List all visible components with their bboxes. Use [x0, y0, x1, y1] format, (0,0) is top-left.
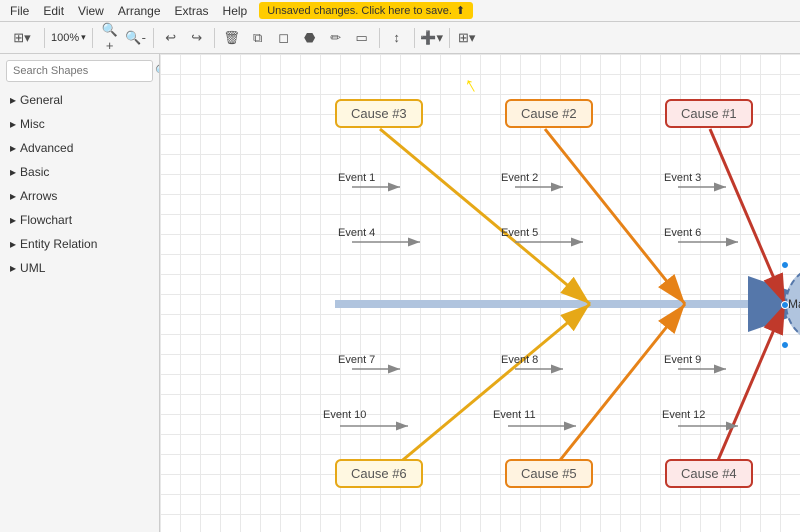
- menu-help[interactable]: Help: [217, 2, 254, 20]
- menu-arrange[interactable]: Arrange: [112, 2, 167, 20]
- duplicate-button[interactable]: ⧉: [247, 27, 269, 49]
- handle-ml[interactable]: [781, 301, 789, 309]
- chevron-icon: ▸: [10, 237, 16, 251]
- toolbar: ⊞▾ 100% ▾ 🔍+ 🔍- ↩ ↪ 🗑 ⧉ ◻ ⬣ ✏ ▭ ↕ ➕▾ ⊞▾: [0, 22, 800, 54]
- event-12-label: Event 12: [662, 409, 705, 421]
- sidebar-item-uml[interactable]: ▸ UML: [0, 256, 159, 280]
- chevron-icon: ▸: [10, 261, 16, 275]
- fill-button[interactable]: ⬣: [299, 27, 321, 49]
- main-problem-label: Main Problem: [788, 297, 800, 311]
- sidebar-label: General: [20, 93, 63, 107]
- main-layout: 🔍 ▸ General ▸ Misc ▸ Advanced ▸ Basic ▸ …: [0, 54, 800, 532]
- cause-2-label: Cause #2: [521, 106, 577, 121]
- event-10-label: Event 10: [323, 409, 366, 421]
- event-5-label: Event 5: [501, 227, 538, 239]
- sidebar-label: Entity Relation: [20, 237, 97, 251]
- cause-box-5[interactable]: Cause #5: [505, 459, 593, 488]
- chevron-icon: ▸: [10, 93, 16, 107]
- handle-bl[interactable]: [781, 341, 789, 349]
- chevron-icon: ▸: [10, 117, 16, 131]
- event-3-label: Event 3: [664, 172, 701, 184]
- redo-button[interactable]: ↪: [186, 27, 208, 49]
- search-box[interactable]: 🔍: [6, 60, 153, 82]
- zoom-dropdown-icon: ▾: [81, 32, 86, 43]
- cause-box-4[interactable]: Cause #4: [665, 459, 753, 488]
- separator-1: [44, 28, 45, 48]
- sidebar-label: Arrows: [20, 189, 57, 203]
- save-upload-icon: ⬆: [456, 4, 465, 17]
- sidebar-item-entity-relation[interactable]: ▸ Entity Relation: [0, 232, 159, 256]
- event-6-label: Event 6: [664, 227, 701, 239]
- event-9-label: Event 9: [664, 354, 701, 366]
- sidebar-item-general[interactable]: ▸ General: [0, 88, 159, 112]
- table-button[interactable]: ⊞▾: [456, 27, 478, 49]
- sidebar-item-flowchart[interactable]: ▸ Flowchart: [0, 208, 159, 232]
- zoom-in-button[interactable]: 🔍+: [99, 27, 121, 49]
- event-7-label: Event 7: [338, 354, 375, 366]
- event-4-label: Event 4: [338, 227, 375, 239]
- cause-box-2[interactable]: Cause #2: [505, 99, 593, 128]
- cause-box-1[interactable]: Cause #1: [665, 99, 753, 128]
- menu-file[interactable]: File: [4, 2, 35, 20]
- sidebar-label: UML: [20, 261, 45, 275]
- sidebar: 🔍 ▸ General ▸ Misc ▸ Advanced ▸ Basic ▸ …: [0, 54, 160, 532]
- sidebar-label: Advanced: [20, 141, 73, 155]
- event-11-label: Event 11: [493, 409, 536, 421]
- separator-3: [153, 28, 154, 48]
- arrange-button[interactable]: ↕: [386, 27, 408, 49]
- event-1-label: Event 1: [338, 172, 375, 184]
- event-8-label: Event 8: [501, 354, 538, 366]
- separator-6: [414, 28, 415, 48]
- sidebar-item-arrows[interactable]: ▸ Arrows: [0, 184, 159, 208]
- cause-4-label: Cause #4: [681, 466, 737, 481]
- shape-button[interactable]: ▭: [351, 27, 373, 49]
- delete-button[interactable]: 🗑: [221, 27, 243, 49]
- cause-1-label: Cause #1: [681, 106, 737, 121]
- chevron-icon: ▸: [10, 165, 16, 179]
- zoom-control[interactable]: 100% ▾: [51, 32, 86, 44]
- sidebar-label: Misc: [20, 117, 45, 131]
- chevron-icon: ▸: [10, 141, 16, 155]
- cause-box-6[interactable]: Cause #6: [335, 459, 423, 488]
- separator-4: [214, 28, 215, 48]
- insert-button[interactable]: ➕▾: [421, 27, 443, 49]
- cause-6-label: Cause #6: [351, 466, 407, 481]
- cause-box-3[interactable]: Cause #3: [335, 99, 423, 128]
- sidebar-label: Basic: [20, 165, 49, 179]
- unsaved-text: Unsaved changes. Click here to save.: [267, 5, 452, 17]
- undo-button[interactable]: ↩: [160, 27, 182, 49]
- cause-5-label: Cause #5: [521, 466, 577, 481]
- separator-2: [92, 28, 93, 48]
- zoom-level: 100%: [51, 32, 79, 44]
- event-2-label: Event 2: [501, 172, 538, 184]
- sidebar-label: Flowchart: [20, 213, 72, 227]
- handle-tl[interactable]: [781, 261, 789, 269]
- page-selector[interactable]: ⊞▾: [6, 27, 38, 49]
- chevron-icon: ▸: [10, 213, 16, 227]
- sidebar-item-advanced[interactable]: ▸ Advanced: [0, 136, 159, 160]
- cause-3-label: Cause #3: [351, 106, 407, 121]
- sidebar-item-basic[interactable]: ▸ Basic: [0, 160, 159, 184]
- menu-view[interactable]: View: [72, 2, 110, 20]
- zoom-out-button[interactable]: 🔍-: [125, 27, 147, 49]
- chevron-icon: ▸: [10, 189, 16, 203]
- separator-5: [379, 28, 380, 48]
- canvas[interactable]: Cause #3 Cause #2 Cause #1 Cause #6 Caus…: [160, 54, 800, 532]
- search-input[interactable]: [13, 65, 155, 77]
- line-style-button[interactable]: ✏: [325, 27, 347, 49]
- unsaved-banner[interactable]: Unsaved changes. Click here to save. ⬆: [259, 2, 473, 19]
- separator-7: [449, 28, 450, 48]
- menu-edit[interactable]: Edit: [37, 2, 70, 20]
- sidebar-item-misc[interactable]: ▸ Misc: [0, 112, 159, 136]
- menubar: File Edit View Arrange Extras Help Unsav…: [0, 0, 800, 22]
- copy-button[interactable]: ◻: [273, 27, 295, 49]
- menu-extras[interactable]: Extras: [169, 2, 215, 20]
